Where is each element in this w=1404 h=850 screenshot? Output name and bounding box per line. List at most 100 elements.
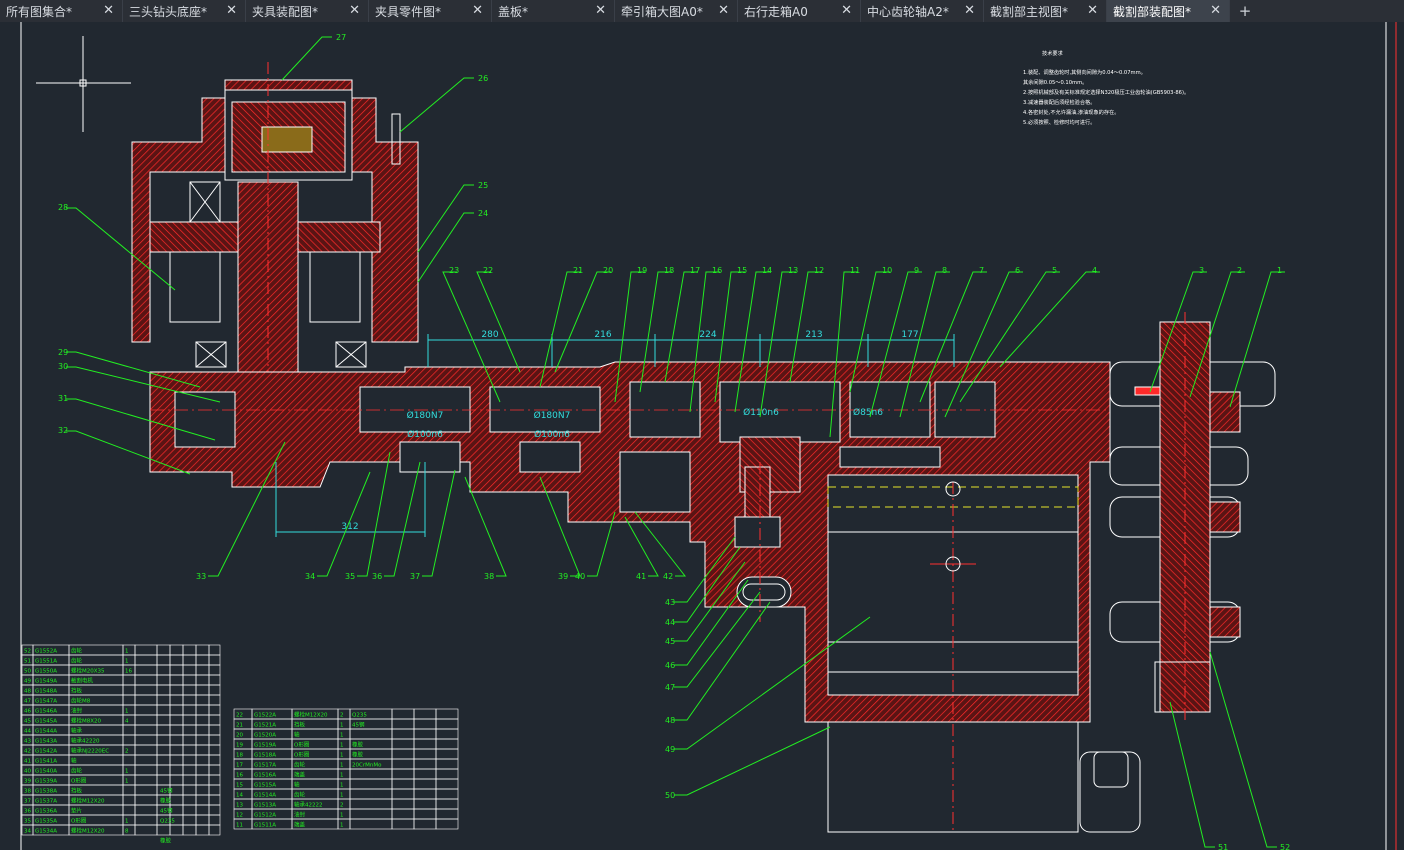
bom-cell-border bbox=[134, 754, 158, 766]
bom-cell: G1515A bbox=[254, 783, 276, 789]
bom-cell: 轴 bbox=[294, 731, 300, 739]
bom-cell: G1534A bbox=[35, 829, 57, 835]
bom-cell-border bbox=[195, 674, 210, 686]
bom-cell: 2 bbox=[340, 803, 344, 809]
bom-cell: 螺栓M8X20 bbox=[71, 717, 102, 725]
bom-cell-border bbox=[195, 764, 210, 776]
bom-cell: 22 bbox=[236, 713, 243, 719]
balloon-number: 20 bbox=[603, 266, 613, 275]
bom-cell-border bbox=[391, 728, 415, 740]
fit-text: Ø85n6 bbox=[853, 407, 883, 418]
bom-cell-border bbox=[169, 644, 184, 656]
leader-line bbox=[384, 461, 421, 577]
cutting-drum-gears bbox=[1109, 312, 1276, 722]
bom-cell-border bbox=[349, 798, 393, 810]
bom-cell: G1545A bbox=[35, 719, 57, 725]
bom-cell: 挡板 bbox=[71, 687, 83, 695]
balloon-number: 36 bbox=[372, 572, 382, 581]
bom-cell-border bbox=[435, 718, 459, 730]
bom-cell-border bbox=[435, 758, 459, 770]
tab-6[interactable]: 右行走箱A0 ✕ bbox=[738, 0, 861, 22]
bom-row: 38 G1538A 挡板 bbox=[21, 784, 221, 796]
bom-row: 19 G1519A O形圈 1 橡胶 bbox=[233, 738, 459, 750]
tab-close-icon[interactable]: ✕ bbox=[472, 3, 483, 18]
tab-close-icon[interactable]: ✕ bbox=[349, 3, 360, 18]
bom-cell-border bbox=[169, 774, 184, 786]
bom-cell-border bbox=[169, 744, 184, 756]
balloon-number: 43 bbox=[665, 598, 675, 607]
bom-cell: 43 bbox=[24, 739, 31, 745]
balloon-number: 34 bbox=[305, 572, 315, 581]
tab-close-icon[interactable]: ✕ bbox=[841, 3, 852, 18]
tab-5[interactable]: 牵引箱大图A0* ✕ bbox=[615, 0, 738, 22]
tab-8[interactable]: 截割部主视图* ✕ bbox=[984, 0, 1107, 22]
tab-4[interactable]: 盖板* ✕ bbox=[492, 0, 615, 22]
bom-cell-border bbox=[349, 818, 393, 830]
tab-close-icon[interactable]: ✕ bbox=[718, 3, 729, 18]
tab-2[interactable]: 夹具装配图* ✕ bbox=[246, 0, 369, 22]
bom-cell-border bbox=[208, 654, 221, 666]
bom-cell-border bbox=[156, 724, 171, 736]
bom-row: 52 G1552A 齿轮 1 bbox=[21, 644, 221, 656]
bom-cell-border bbox=[391, 708, 415, 720]
tab-close-icon[interactable]: ✕ bbox=[1210, 3, 1221, 18]
tab-close-icon[interactable]: ✕ bbox=[103, 3, 114, 18]
bom-cell: 12 bbox=[236, 813, 243, 819]
bom-cell-border bbox=[134, 684, 158, 696]
bom-cell-border bbox=[195, 754, 210, 766]
tab-3[interactable]: 夹具零件图* ✕ bbox=[369, 0, 492, 22]
cad-drawing-canvas[interactable]: 280 216 224 213 177 312 Ø180N7 Ø100n6 Ø1… bbox=[0, 22, 1404, 850]
bom-cell-border bbox=[169, 664, 184, 676]
bom-cell: G1541A bbox=[35, 759, 57, 765]
bom-cell-border bbox=[182, 774, 197, 786]
bom-cell: 1 bbox=[125, 649, 129, 655]
bom-cell: G1521A bbox=[254, 723, 276, 729]
tech-line: 1.装配、调整齿轮时,其侧向间隙为0.04～0.07mm。 bbox=[1023, 68, 1146, 76]
bom-cell-border bbox=[195, 794, 210, 806]
bom-cell-border bbox=[435, 728, 459, 740]
new-tab-button[interactable]: + bbox=[1232, 0, 1258, 22]
tab-close-icon[interactable]: ✕ bbox=[964, 3, 975, 18]
balloon-number: 18 bbox=[664, 266, 674, 275]
bom-cell-border bbox=[413, 718, 437, 730]
bom-cell-border bbox=[156, 824, 171, 836]
balloon-number: 24 bbox=[478, 209, 488, 218]
tab-close-icon[interactable]: ✕ bbox=[226, 3, 237, 18]
bom-cell-border bbox=[208, 704, 221, 716]
bom-cell: G1516A bbox=[254, 773, 276, 779]
bom-cell: G1511A bbox=[254, 823, 276, 829]
tab-label: 右行走箱A0 bbox=[744, 4, 808, 19]
bom-cell-border bbox=[182, 824, 197, 836]
bom-cell: 50 bbox=[24, 669, 31, 675]
bom-cell: 45钢 bbox=[352, 721, 365, 729]
balloon-number: 26 bbox=[478, 74, 488, 83]
bom-cell: 13 bbox=[236, 803, 243, 809]
bom-cell: G1519A bbox=[254, 743, 276, 749]
bom-cell-border bbox=[68, 754, 124, 766]
leader-line bbox=[476, 271, 521, 373]
tab-1[interactable]: 三头钻头底座* ✕ bbox=[123, 0, 246, 22]
bom-cell-border bbox=[182, 794, 197, 806]
bom-cell-border bbox=[122, 694, 136, 706]
bom-cell: 挡板 bbox=[71, 787, 83, 795]
bom-cell-border bbox=[435, 798, 459, 810]
bom-cell: G1543A bbox=[35, 739, 57, 745]
tab-close-icon[interactable]: ✕ bbox=[1087, 3, 1098, 18]
bom-cell: 1 bbox=[340, 733, 344, 739]
bom-cell-border bbox=[134, 794, 158, 806]
bom-cell: 46 bbox=[24, 709, 31, 715]
bom-cell: 47 bbox=[24, 699, 31, 705]
tab-close-icon[interactable]: ✕ bbox=[595, 3, 606, 18]
bom-cell-border bbox=[169, 694, 184, 706]
tab-7[interactable]: 中心齿轮轴A2* ✕ bbox=[861, 0, 984, 22]
bom-cell: 16 bbox=[236, 773, 243, 779]
bom-cell-border bbox=[156, 754, 171, 766]
tab-0[interactable]: 所有图集合* ✕ bbox=[0, 0, 123, 22]
bom-cell-border bbox=[134, 724, 158, 736]
balloon-number: 15 bbox=[737, 266, 747, 275]
bom-cell: 轴 bbox=[294, 781, 300, 789]
tab-9[interactable]: 截割部装配图* ✕ bbox=[1107, 0, 1230, 22]
bom-cell-border bbox=[195, 644, 210, 656]
bom-cell-border bbox=[122, 804, 136, 816]
bom-cell-border bbox=[435, 818, 459, 830]
